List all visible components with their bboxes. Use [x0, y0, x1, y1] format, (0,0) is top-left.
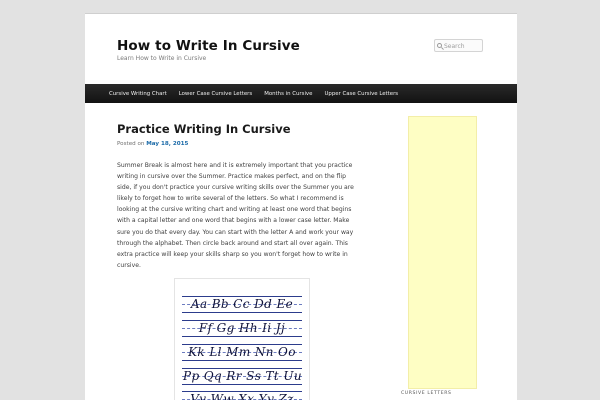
- main-nav: Cursive Writing Chart Lower Case Cursive…: [85, 84, 517, 103]
- cursive-chart-row-text: Kk Ll Mm Nn Oo: [188, 345, 296, 359]
- post-body-line: cursive.: [117, 261, 141, 269]
- post-title[interactable]: Practice Writing In Cursive: [117, 122, 291, 136]
- cursive-chart-row: Pp Qq Rr Ss Tt Uu: [182, 368, 302, 385]
- cursive-chart-row: Kk Ll Mm Nn Oo: [182, 344, 302, 361]
- post-meta-prefix: Posted on: [117, 141, 145, 147]
- post-body-line: Summer Break is almost here and it is ex…: [117, 162, 353, 169]
- cursive-chart-row: Ff Gg Hh Ii Jj: [182, 320, 302, 337]
- post-body: Summer Break is almost here and it is ex…: [117, 160, 371, 271]
- search-icon: [437, 43, 442, 48]
- post-body-line: through the alphabet. Then circle back a…: [117, 239, 348, 247]
- post-date-link[interactable]: May 18, 2015: [146, 141, 188, 147]
- post-body-line: sure you do that every day. You can star…: [117, 228, 354, 236]
- sidebar-ad-widget: [408, 116, 477, 389]
- cursive-chart-row: Aa Bb Cc Dd Ee: [182, 296, 302, 313]
- cursive-chart-row-text: Ff Gg Hh Ii Jj: [198, 321, 286, 335]
- post-meta: Posted on May 18, 2015: [117, 141, 188, 147]
- post-body-line: writing in cursive over the Summer. Prac…: [117, 173, 346, 181]
- post-body-line: looking at the cursive writing chart and…: [117, 206, 352, 214]
- sidebar-heading: CURSIVE LETTERS: [401, 391, 452, 396]
- site-description: Learn How to Write in Cursive: [117, 55, 207, 62]
- post-body-line: extra practice will keep your skills sha…: [117, 250, 348, 258]
- search-input[interactable]: [444, 41, 482, 51]
- nav-list: Cursive Writing Chart Lower Case Cursive…: [85, 84, 517, 103]
- cursive-chart-row-text: Pp Qq Rr Ss Tt Uu: [183, 369, 302, 383]
- post-body-line: with a capital letter and one word that …: [117, 217, 350, 225]
- cursive-chart-image[interactable]: Aa Bb Cc Dd Ee Ff Gg Hh Ii Jj Kk Ll Mm N…: [174, 278, 310, 400]
- cursive-chart-row: Vv Ww Xx Yy Zz: [182, 391, 302, 400]
- page-container: How to Write In Cursive Learn How to Wri…: [85, 13, 517, 400]
- site-title[interactable]: How to Write In Cursive: [117, 38, 300, 54]
- search-box[interactable]: [434, 39, 483, 52]
- cursive-chart-row-text: Vv Ww Xx Yy Zz: [190, 392, 294, 400]
- nav-item-upper-case-cursive-letters[interactable]: Upper Case Cursive Letters: [324, 91, 398, 97]
- post-body-line: side, if you don't practice your cursive…: [117, 184, 354, 192]
- nav-item-cursive-writing-chart[interactable]: Cursive Writing Chart: [109, 91, 167, 97]
- nav-item-months-in-cursive[interactable]: Months in Cursive: [264, 91, 312, 97]
- post-body-line: likely to forget how to write several of…: [117, 195, 344, 203]
- cursive-chart-row-text: Aa Bb Cc Dd Ee: [190, 297, 294, 311]
- nav-item-lower-case-cursive-letters[interactable]: Lower Case Cursive Letters: [179, 91, 252, 97]
